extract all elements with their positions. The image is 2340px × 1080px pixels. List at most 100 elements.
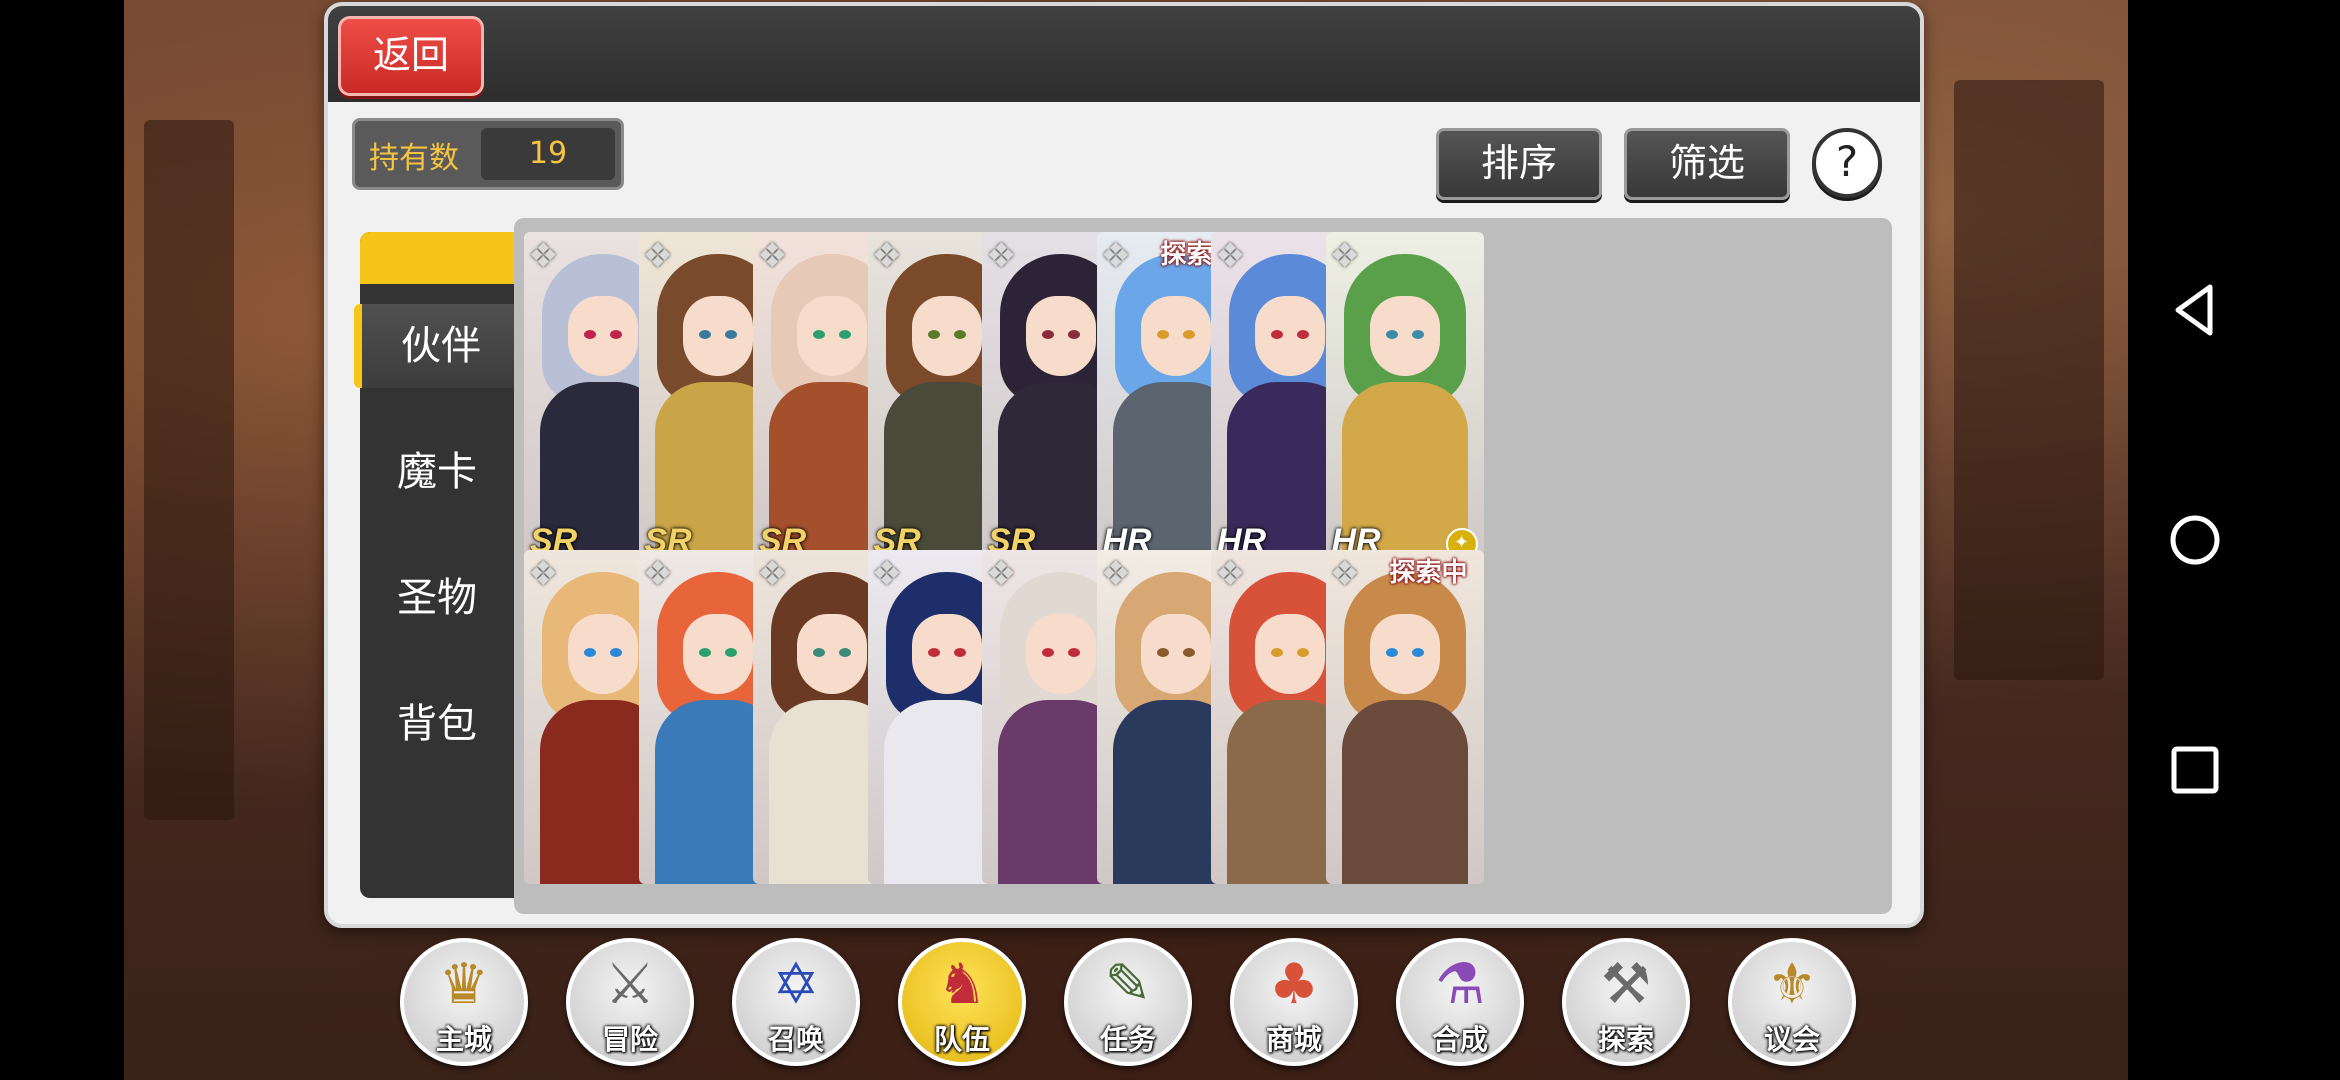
partner-portrait: ❖ 探索中 (1325, 550, 1484, 884)
council-crest-icon: ⚜ (1766, 952, 1818, 1017)
portrait-face (1369, 614, 1440, 694)
nav-button-crown[interactable]: ♛ 主城 (400, 938, 528, 1066)
portrait-eye (1271, 330, 1283, 339)
nav-button-council-crest[interactable]: ⚜ 议会 (1728, 938, 1856, 1066)
swords-icon: ⚔ (604, 952, 656, 1017)
portrait-eye (927, 648, 940, 657)
nav-button-label: 队伍 (933, 1023, 990, 1056)
game-screen: 返回 持有数 19 排序 筛选 ? 伙伴 魔卡 圣物 背包 ❖SR✦★★★★LV… (124, 0, 2128, 1080)
portrait-face (682, 614, 753, 694)
portrait-eye (813, 648, 825, 657)
portrait-face (797, 296, 867, 376)
nav-button-label: 任务 (1099, 1023, 1156, 1056)
portrait-eye (1385, 330, 1398, 339)
tab-partners[interactable]: 伙伴 (354, 304, 520, 388)
partner-card[interactable]: ❖ 探索中 (1325, 550, 1484, 884)
element-diamond-icon: ❖ (871, 236, 902, 276)
portrait-eye (584, 648, 596, 657)
portrait-eye (1068, 330, 1080, 339)
team-panel: 返回 持有数 19 排序 筛选 ? 伙伴 魔卡 圣物 背包 ❖SR✦★★★★LV… (324, 2, 1924, 928)
portrait-face (911, 614, 982, 694)
portrait-eye (953, 330, 966, 339)
shop-tree-icon: ♣ (1268, 952, 1320, 1017)
portrait-face (1255, 614, 1325, 694)
portrait-face (568, 614, 638, 694)
category-tabs: 伙伴 魔卡 圣物 背包 (354, 232, 520, 898)
help-button[interactable]: ? (1812, 128, 1882, 198)
nav-button-potion[interactable]: ⚗ 合成 (1396, 938, 1524, 1066)
owned-count: 19 (528, 136, 568, 171)
owned-label: 持有数 (369, 141, 459, 176)
panel-header: 返回 (328, 6, 1920, 102)
filter-button[interactable]: 筛选 (1624, 128, 1790, 200)
element-diamond-icon: ❖ (986, 236, 1017, 276)
portrait-eye (1297, 330, 1309, 339)
owned-count-field: 19 (481, 128, 615, 180)
portrait-eye (1182, 648, 1195, 657)
nav-button-shop-tree[interactable]: ♣ 商城 (1230, 938, 1358, 1066)
owned-count-box: 持有数 19 (352, 118, 624, 190)
portrait-eye (839, 330, 851, 339)
team-wings-icon: ♞ (936, 952, 988, 1017)
portrait-eye (1271, 648, 1283, 657)
sort-button[interactable]: 排序 (1436, 128, 1602, 200)
android-home-icon[interactable] (2160, 505, 2230, 575)
element-diamond-icon: ❖ (757, 554, 788, 594)
portrait-eye (1068, 648, 1080, 657)
nav-button-label: 合成 (1431, 1023, 1488, 1056)
element-diamond-icon: ❖ (528, 554, 559, 594)
background-pillar (144, 120, 234, 820)
nav-button-swords[interactable]: ⚔ 冒险 (566, 938, 694, 1066)
portrait-face (1140, 296, 1211, 376)
potion-icon: ⚗ (1434, 952, 1486, 1017)
portrait-eye (1297, 648, 1309, 657)
portrait-eye (610, 330, 622, 339)
nav-button-label: 主城 (435, 1023, 492, 1056)
back-button[interactable]: 返回 (338, 16, 484, 96)
portrait-eye (724, 648, 737, 657)
tab-magic-cards[interactable]: 魔卡 (360, 430, 514, 514)
portrait-face (682, 296, 753, 376)
portrait-face (911, 296, 982, 376)
portrait-eye (1411, 330, 1424, 339)
element-diamond-icon: ❖ (871, 554, 902, 594)
portrait-outfit (1341, 700, 1468, 884)
portrait-eye (1182, 330, 1195, 339)
element-diamond-icon: ❖ (642, 554, 673, 594)
nav-button-summon-card[interactable]: ✡ 召唤 (732, 938, 860, 1066)
portrait-face (1369, 296, 1440, 376)
portrait-face (797, 614, 867, 694)
element-diamond-icon: ❖ (1329, 236, 1360, 276)
crown-icon: ♛ (438, 952, 490, 1017)
portrait-eye (584, 330, 596, 339)
tab-relics[interactable]: 圣物 (360, 556, 514, 640)
portrait-eye (698, 330, 711, 339)
partner-grid: ❖SR✦★★★★LV.40战力1034❖SR✦★★★★LV.1战力305❖SR✦… (514, 218, 1892, 914)
element-diamond-icon: ❖ (986, 554, 1017, 594)
portrait-eye (813, 330, 825, 339)
tab-backpack[interactable]: 背包 (360, 682, 514, 766)
letterbox-left (0, 0, 124, 1080)
portrait-eye (927, 330, 940, 339)
element-diamond-icon: ❖ (1100, 236, 1131, 276)
element-diamond-icon: ❖ (757, 236, 788, 276)
portrait-face (1026, 614, 1096, 694)
nav-button-explore-compass[interactable]: ⚒ 探索 (1562, 938, 1690, 1066)
nav-button-label: 商城 (1265, 1023, 1322, 1056)
quest-book-icon: ✎ (1104, 952, 1152, 1017)
nav-button-label: 议会 (1763, 1023, 1820, 1056)
nav-button-label: 召唤 (767, 1023, 824, 1056)
partner-portrait: ❖HR✦ (1325, 232, 1484, 566)
portrait-face (1255, 296, 1325, 376)
portrait-eye (1156, 648, 1169, 657)
android-recents-icon[interactable] (2160, 735, 2230, 805)
background-shelf (1954, 80, 2104, 680)
nav-button-team-wings[interactable]: ♞ 队伍 (898, 938, 1026, 1066)
portrait-eye (1385, 648, 1398, 657)
portrait-eye (1156, 330, 1169, 339)
android-back-icon[interactable] (2160, 275, 2230, 345)
portrait-eye (1042, 330, 1054, 339)
element-diamond-icon: ❖ (1100, 554, 1131, 594)
portrait-eye (953, 648, 966, 657)
nav-button-quest-book[interactable]: ✎ 任务 (1064, 938, 1192, 1066)
